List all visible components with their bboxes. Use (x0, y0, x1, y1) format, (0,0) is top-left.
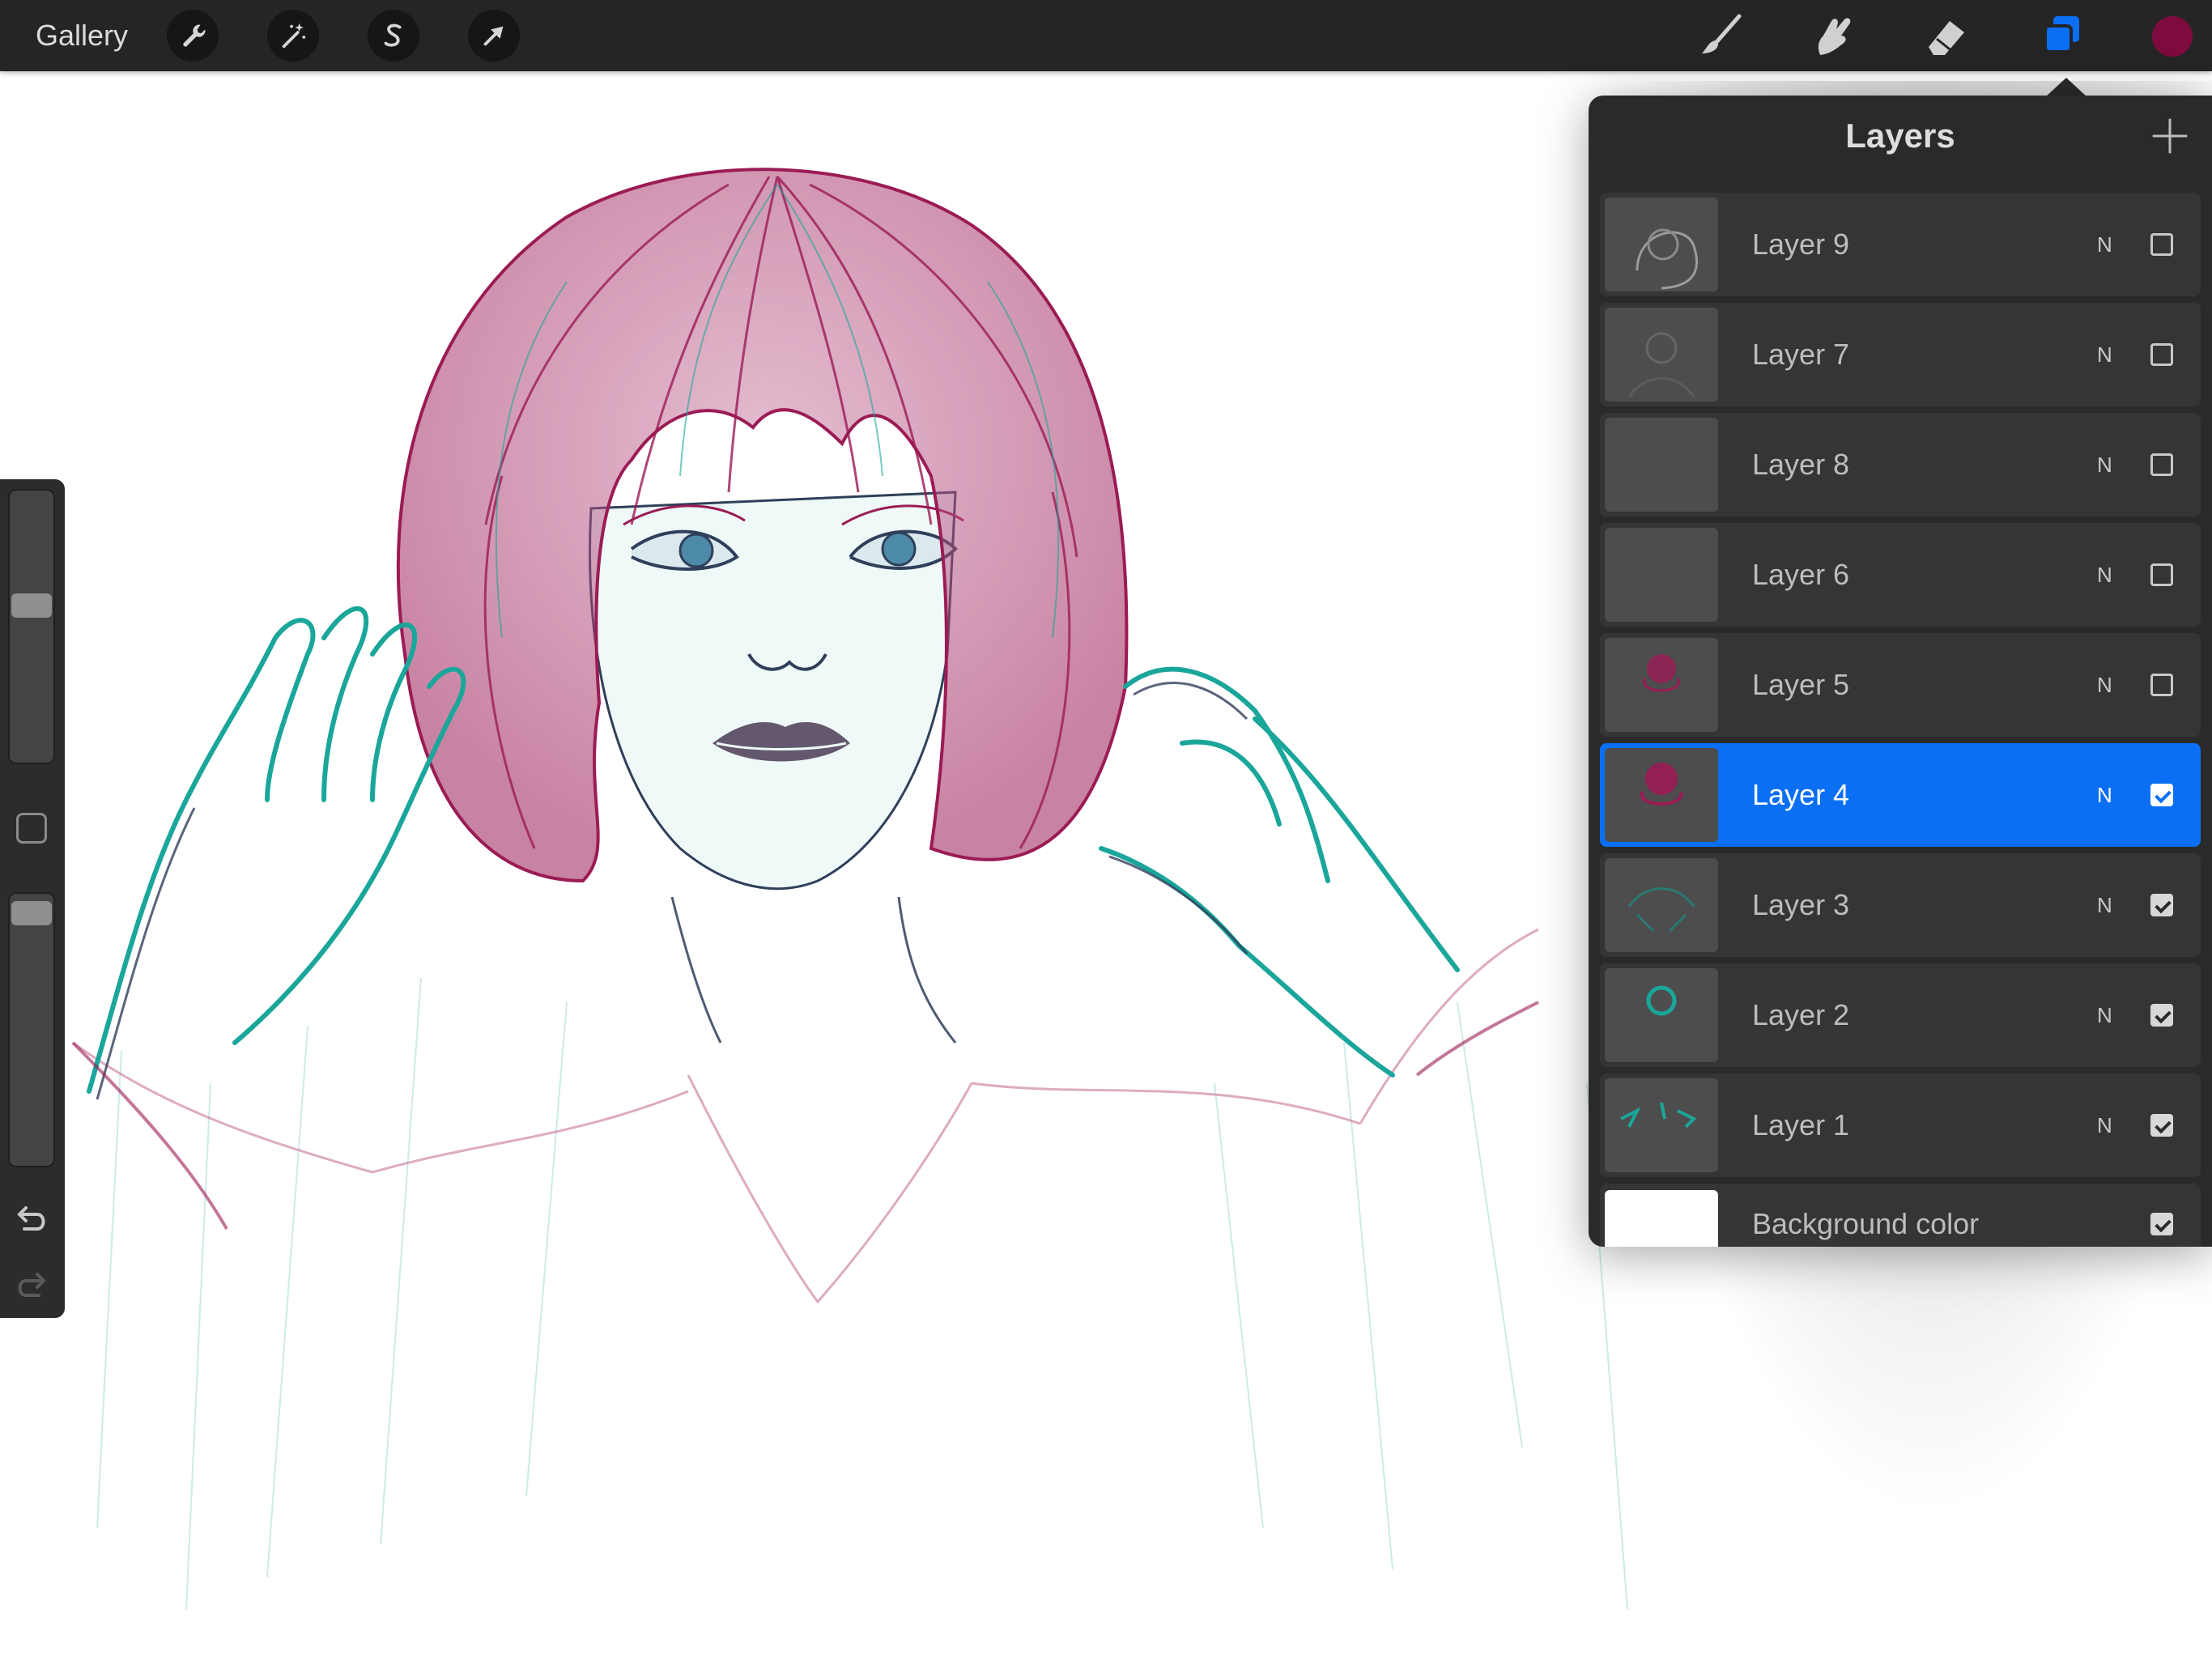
eraser-tool-button[interactable] (1921, 10, 1972, 62)
layer-row[interactable]: Layer 7 N (1600, 303, 2201, 406)
undo-icon[interactable] (13, 1201, 50, 1239)
layer-name: Layer 3 (1752, 888, 1850, 921)
selection-button[interactable] (368, 10, 419, 62)
blend-mode-button[interactable]: N (2097, 633, 2112, 737)
adjustments-wand-button[interactable] (267, 10, 319, 62)
layer-visibility-checkbox[interactable] (2150, 233, 2173, 256)
blend-mode-button[interactable]: N (2097, 743, 2112, 847)
background-visibility-checkbox[interactable] (2150, 1213, 2173, 1235)
layer-row[interactable]: Layer 4 N (1600, 743, 2201, 847)
layer-name: Layer 2 (1752, 998, 1850, 1031)
blend-mode-button[interactable]: N (2097, 853, 2112, 957)
layer-row[interactable]: Layer 8 N (1600, 413, 2201, 517)
actions-wrench-button[interactable] (167, 10, 219, 62)
layer-visibility-checkbox[interactable] (2150, 784, 2173, 806)
layer-name: Layer 7 (1752, 338, 1850, 371)
layer-thumbnail (1605, 418, 1718, 512)
layer-visibility-checkbox[interactable] (2150, 453, 2173, 476)
layer-row[interactable]: Layer 3 N (1600, 853, 2201, 957)
add-layer-button[interactable] (2149, 115, 2191, 157)
blend-mode-button[interactable]: N (2097, 1073, 2112, 1177)
layer-visibility-checkbox[interactable] (2150, 1004, 2173, 1027)
selection-s-icon (384, 23, 402, 47)
redo-icon[interactable] (13, 1268, 50, 1305)
transform-arrow-icon (483, 26, 504, 46)
opacity-slider[interactable] (8, 892, 55, 1167)
layer-thumbnail (1605, 638, 1718, 732)
top-toolbar: Gallery (0, 0, 2212, 71)
layer-row[interactable]: Layer 2 N (1600, 963, 2201, 1067)
transform-button[interactable] (468, 10, 520, 62)
layer-name: Layer 9 (1752, 227, 1850, 261)
blend-mode-button[interactable]: N (2097, 523, 2112, 627)
blend-mode-button[interactable]: N (2097, 303, 2112, 406)
layer-thumbnail (1605, 528, 1718, 622)
layer-name: Background color (1752, 1207, 1980, 1240)
brush-size-thumb[interactable] (11, 593, 52, 618)
layers-title: Layers (1845, 117, 1955, 155)
layer-thumbnail (1605, 968, 1718, 1062)
modify-button[interactable] (16, 813, 47, 844)
layer-visibility-checkbox[interactable] (2150, 1114, 2173, 1137)
eraser-icon (1929, 21, 1964, 55)
layer-name: Layer 5 (1752, 668, 1850, 701)
layer-thumbnail (1605, 1078, 1718, 1172)
opacity-thumb[interactable] (11, 901, 52, 925)
layer-row[interactable]: Layer 5 N (1600, 633, 2201, 737)
layer-name: Layer 6 (1752, 558, 1850, 591)
layers-icon (2044, 16, 2079, 53)
gallery-button[interactable]: Gallery (36, 16, 128, 55)
wrench-icon (183, 24, 206, 47)
layers-tool-button[interactable] (2035, 10, 2087, 62)
layer-visibility-checkbox[interactable] (2150, 563, 2173, 586)
layer-row[interactable]: Layer 9 N (1600, 193, 2201, 296)
brush-size-slider[interactable] (8, 489, 55, 764)
layers-panel-pointer (2045, 78, 2087, 97)
layers-panel: Layers Layer 9 N Layer 7 N Layer 8 N Layer 6NL… (1589, 96, 2212, 1247)
layer-thumbnail (1605, 308, 1718, 402)
layer-name: Layer 8 (1752, 448, 1850, 481)
blend-mode-button[interactable]: N (2097, 963, 2112, 1067)
layer-visibility-checkbox[interactable] (2150, 894, 2173, 916)
layer-name: Layer 4 (1752, 778, 1850, 811)
magic-wand-icon (282, 23, 306, 49)
brush-tool-button[interactable] (1695, 10, 1747, 62)
layer-thumbnail (1605, 198, 1718, 291)
background-color-thumbnail (1605, 1190, 1718, 1247)
background-color-row[interactable]: Background color (1600, 1184, 2201, 1247)
left-sidebar (0, 479, 65, 1318)
smudge-tool-button[interactable] (1807, 10, 1859, 62)
color-picker-swatch[interactable] (2152, 16, 2193, 57)
layer-thumbnail (1605, 748, 1718, 842)
blend-mode-button[interactable]: N (2097, 193, 2112, 296)
layer-row[interactable]: Layer 1 N (1600, 1073, 2201, 1177)
layer-thumbnail (1605, 858, 1718, 952)
layer-row[interactable]: Layer 6 N (1600, 523, 2201, 627)
layer-name: Layer 1 (1752, 1108, 1850, 1141)
layer-visibility-checkbox[interactable] (2150, 674, 2173, 696)
smudge-icon (1818, 18, 1851, 55)
layer-visibility-checkbox[interactable] (2150, 343, 2173, 366)
brush-icon (1702, 14, 1742, 53)
blend-mode-button[interactable]: N (2097, 413, 2112, 517)
